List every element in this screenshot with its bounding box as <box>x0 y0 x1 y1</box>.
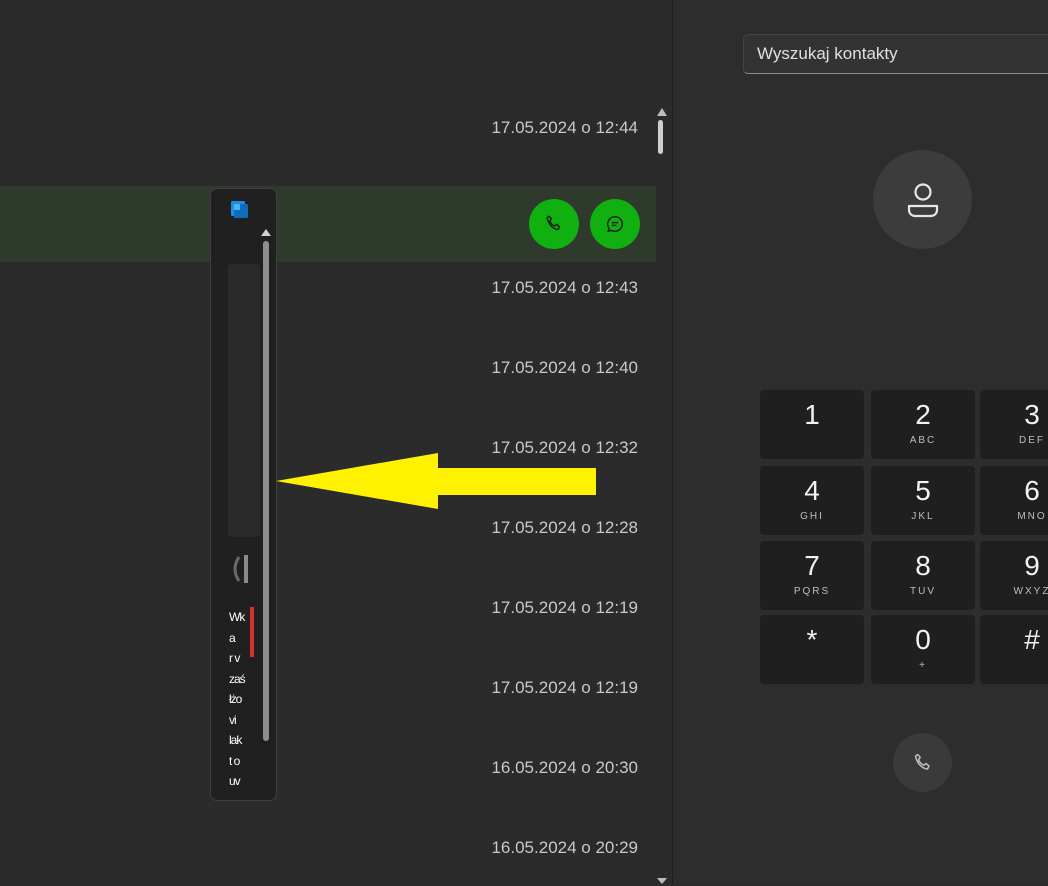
call-timestamp: 16.05.2024 o 20:29 <box>491 838 638 857</box>
key-digit: 0 <box>915 624 931 655</box>
key-5[interactable]: 5 JKL <box>871 466 975 535</box>
history-row[interactable]: 17.05.2024 o 12:44 <box>0 90 656 166</box>
call-timestamp: 17.05.2024 o 12:28 <box>491 518 638 537</box>
mini-red-indicator <box>250 607 254 657</box>
phone-icon <box>546 215 561 231</box>
call-timestamp: 17.05.2024 o 12:40 <box>491 358 638 377</box>
key-3[interactable]: 3 DEF <box>980 390 1048 459</box>
key-digit: 6 <box>1024 475 1040 506</box>
key-0[interactable]: 0 + <box>871 615 975 684</box>
call-timestamp: 17.05.2024 o 12:19 <box>491 598 638 617</box>
key-digit: 5 <box>915 475 931 506</box>
avatar <box>873 150 972 249</box>
audio-wave-icon <box>233 555 248 583</box>
mini-content-panel <box>228 264 260 537</box>
key-4[interactable]: 4 GHI <box>760 466 864 535</box>
key-letters: WXYZ <box>1013 586 1048 597</box>
floating-mini-window[interactable]: Wk a r v zaś łżo vi lak t o uv : a <box>210 188 277 801</box>
app-logo-icon <box>231 201 248 218</box>
key-7[interactable]: 7 PQRS <box>760 541 864 610</box>
call-timestamp: 17.05.2024 o 12:19 <box>491 678 638 697</box>
search-input[interactable] <box>744 35 1048 73</box>
history-row[interactable]: 17.05.2024 o 12:19 <box>0 570 656 646</box>
call-button[interactable] <box>893 733 952 792</box>
key-letters: TUV <box>910 586 936 597</box>
mini-scroll-up-icon[interactable] <box>261 229 271 236</box>
call-history-list: 17.05.2024 o 12:44 17.05.2024 o 12:43 17… <box>0 0 672 884</box>
key-digit: 1 <box>804 399 820 430</box>
key-8[interactable]: 8 TUV <box>871 541 975 610</box>
contact-search[interactable] <box>743 34 1048 74</box>
key-9[interactable]: 9 WXYZ <box>980 541 1048 610</box>
key-2[interactable]: 2 ABC <box>871 390 975 459</box>
scroll-up-arrow-icon[interactable] <box>657 108 667 116</box>
call-timestamp: 17.05.2024 o 12:44 <box>491 118 638 137</box>
mini-text-fragment: Wk a r v zaś łżo vi lak t o uv : a <box>229 610 246 797</box>
key-letters: DEF <box>1019 435 1045 446</box>
phone-icon <box>914 753 930 770</box>
key-digit: 3 <box>1024 399 1040 430</box>
key-hash[interactable]: # <box>980 615 1048 684</box>
key-letters: JKL <box>911 511 935 522</box>
dialer-pane: 1 2 ABC 3 DEF 4 GHI 5 JKL 6 MNO 7 PQRS 8 <box>673 0 1048 884</box>
send-message-button[interactable] <box>590 199 640 249</box>
history-row[interactable]: 17.05.2024 o 12:40 <box>0 330 656 406</box>
key-digit: 8 <box>915 550 931 581</box>
history-scrollbar[interactable] <box>655 108 669 884</box>
key-digit: 9 <box>1024 550 1040 581</box>
key-digit: # <box>1024 624 1040 655</box>
call-timestamp: 17.05.2024 o 12:43 <box>491 278 638 297</box>
scroll-down-arrow-icon[interactable] <box>657 878 667 884</box>
key-letters: MNO <box>1017 511 1047 522</box>
call-back-button[interactable] <box>529 199 579 249</box>
scroll-thumb[interactable] <box>658 120 663 154</box>
key-1[interactable]: 1 <box>760 390 864 459</box>
key-letters: ABC <box>909 435 937 446</box>
history-row[interactable]: 17.05.2024 o 12:19 <box>0 650 656 726</box>
key-letters: PQRS <box>793 586 831 597</box>
history-row[interactable]: 16.05.2024 o 20:30 <box>0 730 656 806</box>
call-timestamp: 16.05.2024 o 20:30 <box>491 758 638 777</box>
message-icon <box>607 215 623 233</box>
history-row[interactable]: 16.05.2024 o 20:29 <box>0 810 656 886</box>
key-star[interactable]: * <box>760 615 864 684</box>
row-actions <box>529 199 640 249</box>
key-digit: 2 <box>915 399 931 430</box>
key-letters: + <box>919 660 927 671</box>
key-digit: 4 <box>804 475 820 506</box>
key-digit: 7 <box>804 550 820 581</box>
person-icon <box>907 182 938 217</box>
key-6[interactable]: 6 MNO <box>980 466 1048 535</box>
annotation-arrow-icon <box>276 453 596 509</box>
key-letters: GHI <box>800 511 824 522</box>
history-row[interactable]: 17.05.2024 o 12:43 <box>0 250 656 326</box>
key-digit: * <box>806 624 818 655</box>
mini-scrollbar[interactable] <box>263 241 269 741</box>
